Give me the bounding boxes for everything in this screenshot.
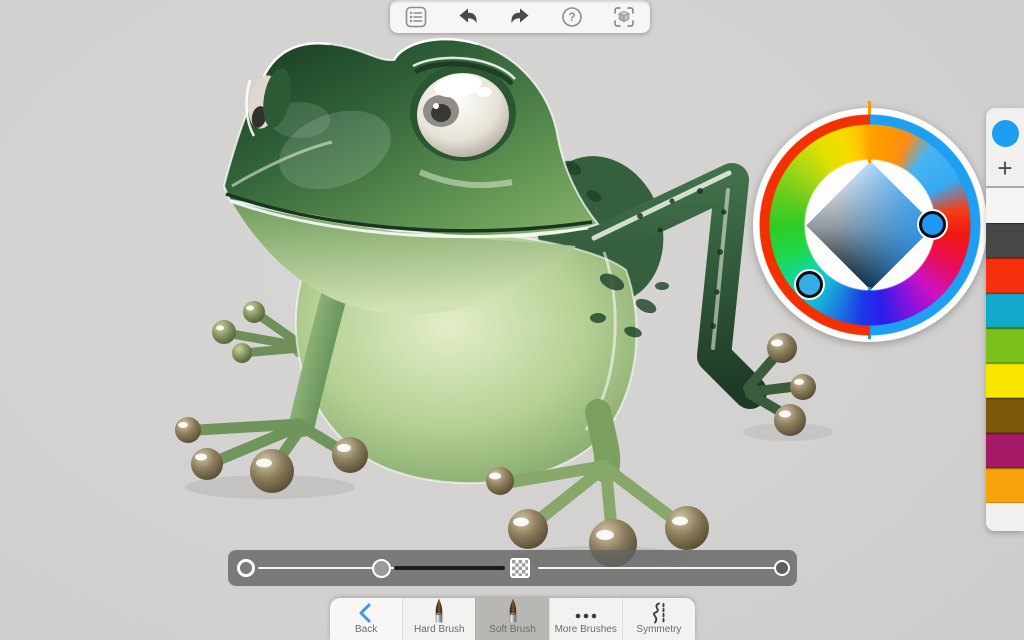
back-button[interactable]: Back (330, 598, 403, 640)
undo-icon[interactable] (451, 3, 485, 31)
back-label: Back (354, 624, 378, 635)
color-swatch[interactable] (986, 223, 1024, 258)
brush-list-icon[interactable] (399, 3, 433, 31)
color-swatch[interactable] (986, 328, 1024, 363)
hard-brush-icon (431, 598, 447, 624)
color-swatch[interactable] (986, 468, 1024, 503)
current-color-dot[interactable] (991, 120, 1019, 147)
swatch-list (986, 223, 1024, 503)
symmetry-icon (647, 600, 671, 624)
opacity-slider-track[interactable] (538, 567, 782, 569)
bottom-toolbar: Back Hard Brush Soft Brush More Brushes … (330, 598, 695, 640)
saturation-handle[interactable] (919, 211, 946, 238)
color-swatch[interactable] (986, 398, 1024, 433)
more-dots-icon (573, 600, 599, 624)
brush-size-dot-icon (237, 559, 255, 577)
empty-swatch-slot[interactable] (986, 188, 1024, 223)
color-swatch[interactable] (986, 293, 1024, 328)
left-slider-fill (393, 566, 505, 570)
add-swatch-button[interactable]: + (997, 155, 1012, 181)
back-chevron-icon (356, 600, 376, 624)
symmetry-label: Symmetry (636, 624, 682, 635)
hard-brush-button[interactable]: Hard Brush (402, 598, 476, 640)
svg-text:?: ? (568, 12, 575, 24)
transparency-checker-icon (510, 558, 530, 578)
left-slider-handle[interactable] (372, 558, 391, 578)
color-swatch-panel: + (986, 108, 1024, 531)
more-brushes-label: More Brushes (554, 624, 617, 635)
soft-brush-button[interactable]: Soft Brush (475, 598, 549, 640)
brush-slider-bar (228, 550, 797, 586)
redo-icon[interactable] (503, 3, 537, 31)
app-window: ? + Back Hard Brush Soft Brush More Brus… (0, 0, 1024, 640)
symmetry-button[interactable]: Symmetry (621, 598, 695, 640)
hard-brush-label: Hard Brush (414, 624, 465, 635)
help-icon[interactable]: ? (555, 3, 589, 31)
soft-brush-icon (505, 598, 521, 624)
color-swatch[interactable] (986, 363, 1024, 398)
hue-ring-handle[interactable] (796, 271, 823, 298)
frog-artwork (175, 37, 833, 570)
color-swatch[interactable] (986, 433, 1024, 468)
color-swatch[interactable] (986, 258, 1024, 293)
more-brushes-button[interactable]: More Brushes (548, 598, 622, 640)
top-toolbar: ? (390, 0, 650, 33)
right-slider-handle[interactable] (774, 560, 790, 576)
fit-to-view-cube-icon[interactable] (607, 3, 641, 31)
soft-brush-label: Soft Brush (489, 624, 536, 635)
panel-footer (986, 503, 1024, 531)
